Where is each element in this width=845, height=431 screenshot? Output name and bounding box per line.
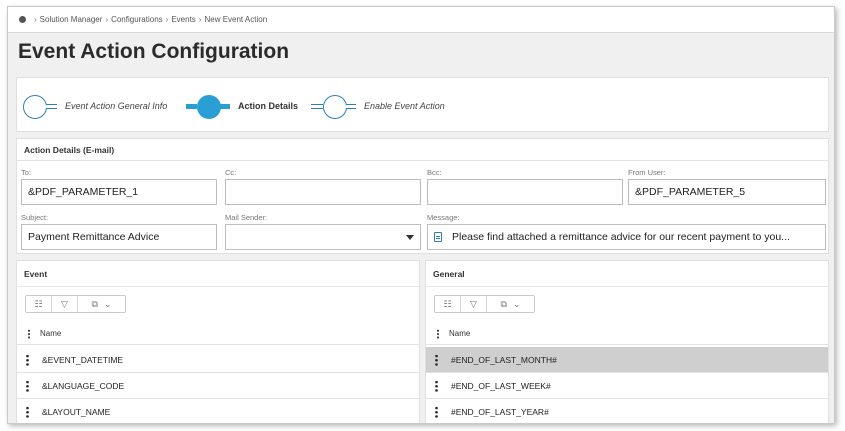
chevron-down-icon: ⌄ <box>512 298 521 309</box>
event-toolbar: ☷ ▽ ⧉ ⌄ <box>25 295 126 313</box>
breadcrumb-item-configurations[interactable]: Configurations <box>111 15 163 24</box>
chevron-right-icon: › <box>165 15 169 24</box>
from-user-field[interactable]: &PDF_PARAMETER_5 <box>628 179 826 205</box>
table-row[interactable]: &LAYOUT_NAME <box>17 399 419 423</box>
event-panel: Event ☷ ▽ ⧉ ⌄ Name &EVENT_DATETIME &LANG… <box>16 260 420 423</box>
export-icon: ⧉ <box>91 298 98 309</box>
bcc-field[interactable] <box>427 179 623 205</box>
table-row[interactable]: &LANGUAGE_CODE <box>17 373 419 399</box>
step-3-label[interactable]: Enable Event Action <box>364 101 445 111</box>
column-menu-icon[interactable] <box>28 328 30 339</box>
row-menu-icon[interactable] <box>26 353 29 366</box>
cc-field[interactable] <box>225 179 421 205</box>
row-name: #END_OF_LAST_WEEK# <box>451 380 551 391</box>
table-row[interactable]: #END_OF_LAST_WEEK# <box>426 373 828 399</box>
row-menu-icon[interactable] <box>26 379 29 392</box>
subject-field[interactable]: Payment Remittance Advice <box>21 224 217 250</box>
export-button[interactable]: ⧉ ⌄ <box>78 296 125 312</box>
table-row[interactable]: #END_OF_LAST_YEAR# <box>426 399 828 423</box>
document-icon <box>434 232 442 242</box>
breadcrumb: › Solution Manager › Configurations › Ev… <box>8 7 834 33</box>
step-connector <box>186 104 197 109</box>
filter-icon[interactable]: ▽ <box>52 296 78 312</box>
table-row[interactable]: &EVENT_DATETIME <box>17 347 419 373</box>
chevron-right-icon: › <box>34 15 37 24</box>
column-menu-icon[interactable] <box>437 328 439 339</box>
action-details-panel: Action Details (E-mail) To: &PDF_PARAMET… <box>16 138 829 254</box>
step-connector <box>46 104 57 109</box>
row-menu-icon[interactable] <box>26 405 29 418</box>
row-menu-icon[interactable] <box>435 353 438 366</box>
row-menu-icon[interactable] <box>435 405 438 418</box>
chevron-right-icon: › <box>198 15 202 24</box>
cc-label: Cc: <box>225 168 237 177</box>
table-row-selected[interactable]: #END_OF_LAST_MONTH# <box>426 347 828 373</box>
step-3-circle[interactable] <box>323 95 347 119</box>
row-name: &EVENT_DATETIME <box>42 354 124 365</box>
home-dot-icon[interactable] <box>19 16 26 23</box>
dropdown-arrow-icon[interactable] <box>406 235 414 240</box>
row-name: #END_OF_LAST_YEAR# <box>451 406 549 417</box>
breadcrumb-item-solution-manager[interactable]: Solution Manager <box>40 15 103 24</box>
row-name: &LAYOUT_NAME <box>42 406 111 417</box>
name-column-label[interactable]: Name <box>449 329 470 338</box>
from-user-label: From User: <box>628 168 666 177</box>
step-2-circle[interactable] <box>197 95 221 119</box>
message-value: Please find attached a remittance advice… <box>452 231 790 243</box>
column-list-icon[interactable]: ☷ <box>26 296 52 312</box>
mail-sender-label: Mail Sender: <box>225 213 268 222</box>
from-user-value: &PDF_PARAMETER_5 <box>635 186 746 198</box>
step-connector <box>220 104 230 109</box>
breadcrumb-item-events[interactable]: Events <box>171 15 195 24</box>
filter-icon[interactable]: ▽ <box>461 296 487 312</box>
message-field[interactable]: Please find attached a remittance advice… <box>427 224 826 250</box>
general-toolbar: ☷ ▽ ⧉ ⌄ <box>434 295 535 313</box>
app-window: › Solution Manager › Configurations › Ev… <box>7 6 835 424</box>
step-connector <box>311 104 323 109</box>
to-value: &PDF_PARAMETER_1 <box>28 186 139 198</box>
step-1-label[interactable]: Event Action General Info <box>65 101 167 111</box>
general-panel-header: General <box>426 261 828 287</box>
action-details-header: Action Details (E-mail) <box>17 139 828 161</box>
step-1-circle[interactable] <box>23 95 47 119</box>
chevron-right-icon: › <box>105 15 109 24</box>
general-column-header: Name <box>426 323 828 345</box>
subject-label: Subject: <box>21 213 49 222</box>
column-list-icon[interactable]: ☷ <box>435 296 461 312</box>
step-connector <box>346 104 356 109</box>
name-column-label[interactable]: Name <box>40 329 61 338</box>
to-field[interactable]: &PDF_PARAMETER_1 <box>21 179 217 205</box>
row-name: &LANGUAGE_CODE <box>42 380 125 391</box>
mail-sender-select[interactable] <box>225 224 421 250</box>
to-label: To: <box>21 168 32 177</box>
breadcrumb-item-new-event-action: New Event Action <box>204 15 268 24</box>
step-2-label[interactable]: Action Details <box>238 101 298 111</box>
subject-value: Payment Remittance Advice <box>28 231 160 243</box>
export-icon: ⧉ <box>500 298 507 309</box>
event-panel-header: Event <box>17 261 419 287</box>
row-name: #END_OF_LAST_MONTH# <box>451 354 557 365</box>
event-column-header: Name <box>17 323 419 345</box>
export-button[interactable]: ⧉ ⌄ <box>487 296 534 312</box>
row-menu-icon[interactable] <box>435 379 438 392</box>
bcc-label: Bcc: <box>427 168 442 177</box>
page-title: Event Action Configuration <box>18 40 290 63</box>
wizard-stepper: Event Action General Info Action Details… <box>16 77 829 132</box>
general-panel: General ☷ ▽ ⧉ ⌄ Name #END_OF_LAST_MONTH#… <box>425 260 829 423</box>
message-label: Message: <box>427 213 460 222</box>
chevron-down-icon: ⌄ <box>103 298 112 309</box>
